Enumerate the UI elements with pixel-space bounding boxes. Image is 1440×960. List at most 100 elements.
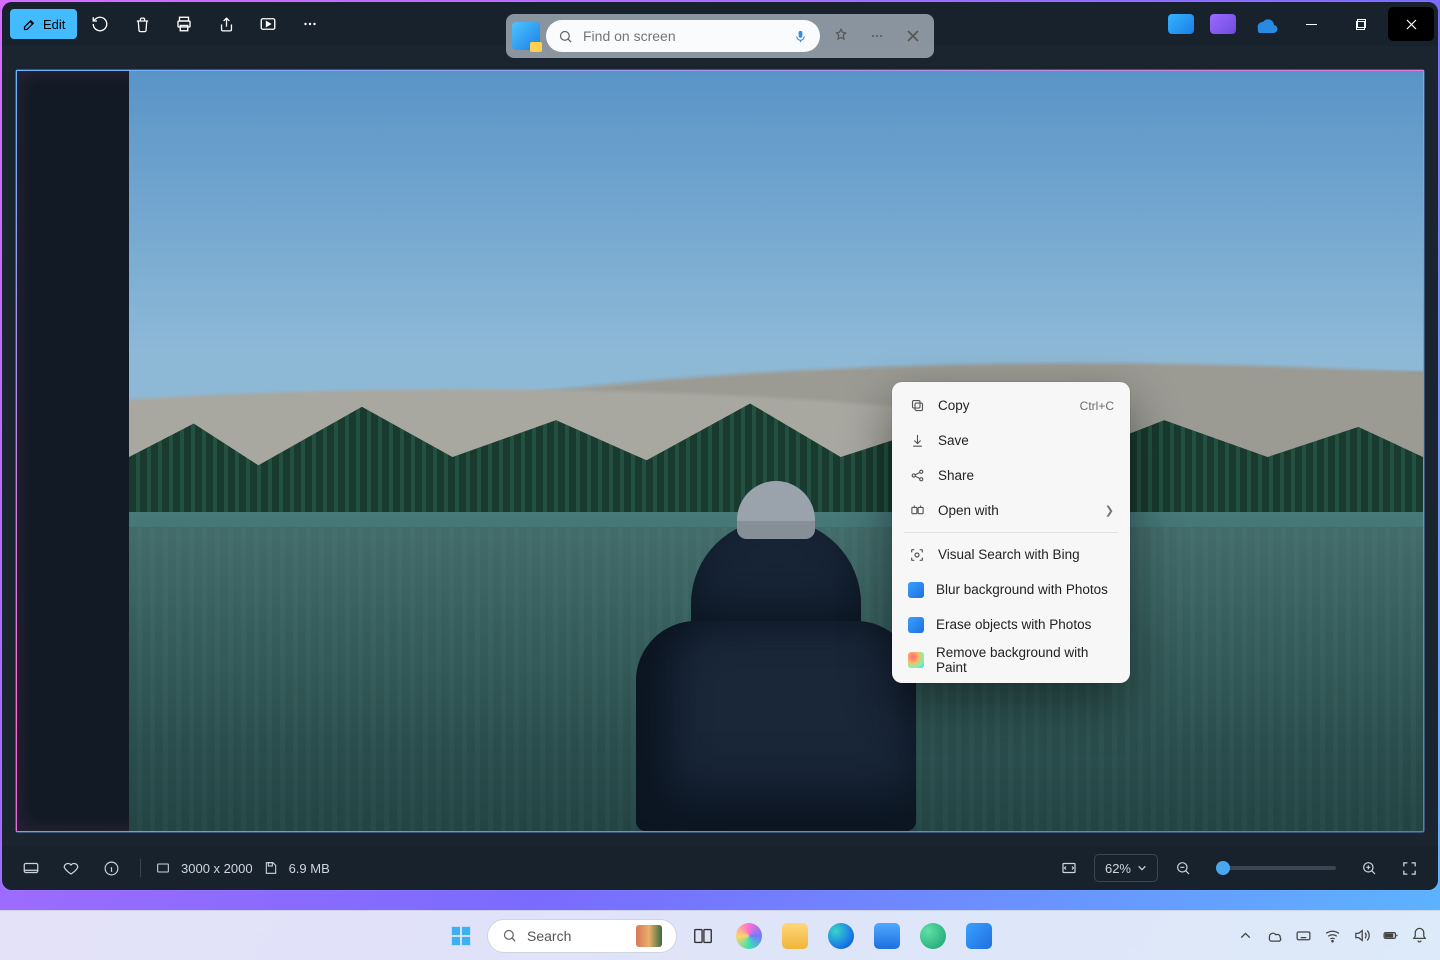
share-arrow-icon — [218, 16, 235, 33]
screen-search-field-wrap — [546, 20, 820, 52]
open-with-icon — [908, 502, 926, 520]
zoom-dropdown[interactable]: 62% — [1094, 854, 1158, 882]
displayed-photo — [129, 71, 1423, 831]
delete-button[interactable] — [123, 7, 161, 41]
filmstrip-icon — [22, 859, 40, 877]
more-button[interactable] — [291, 7, 329, 41]
tray-onedrive-icon[interactable] — [1266, 927, 1283, 944]
fit-screen-icon — [1060, 859, 1078, 877]
info-button[interactable] — [96, 853, 126, 883]
context-menu-visual-search[interactable]: Visual Search with Bing — [898, 537, 1124, 572]
window-close-button[interactable] — [1388, 7, 1434, 41]
taskbar-store[interactable] — [867, 916, 907, 956]
filmstrip-toggle-button[interactable] — [16, 853, 46, 883]
tray-volume-icon[interactable] — [1353, 927, 1370, 944]
close-icon — [906, 29, 920, 43]
edit-button[interactable]: Edit — [10, 9, 77, 39]
share-icon — [908, 467, 926, 485]
search-highlight-icon — [636, 925, 662, 947]
photos-app-icon — [908, 617, 924, 633]
taskbar-photos[interactable] — [959, 916, 999, 956]
status-bar: 3000 x 2000 6.9 MB 62% — [2, 846, 1438, 890]
taskbar-copilot[interactable] — [729, 916, 769, 956]
slideshow-icon — [259, 15, 277, 33]
tray-chevron-up-icon[interactable] — [1237, 927, 1254, 944]
download-icon — [908, 432, 926, 450]
task-view-icon — [692, 925, 714, 947]
visual-search-icon — [908, 546, 926, 564]
window-maximize-button[interactable] — [1338, 7, 1384, 41]
tray-battery-icon[interactable] — [1382, 927, 1399, 944]
context-menu-erase-objects[interactable]: Erase objects with Photos — [898, 607, 1124, 642]
chevron-right-icon: ❯ — [1105, 504, 1114, 517]
paint-app-icon — [908, 652, 924, 668]
image-context-menu: Copy Ctrl+C Save Share Open with ❯ — [892, 382, 1130, 683]
context-menu-blur-bg[interactable]: Blur background with Photos — [898, 572, 1124, 607]
fullscreen-icon — [1401, 860, 1418, 877]
taskbar-task-view[interactable] — [683, 916, 723, 956]
disk-icon — [263, 860, 279, 876]
window-minimize-button[interactable] — [1288, 7, 1334, 41]
context-menu-separator — [904, 532, 1118, 533]
trash-icon — [134, 16, 151, 33]
edit-button-label: Edit — [43, 17, 65, 32]
fit-screen-button[interactable] — [1054, 853, 1084, 883]
zoom-slider-thumb[interactable] — [1216, 861, 1230, 875]
image-canvas[interactable] — [16, 70, 1424, 832]
context-menu-shortcut: Ctrl+C — [1080, 399, 1114, 413]
copilot-button[interactable] — [826, 21, 856, 51]
zoom-in-button[interactable] — [1354, 853, 1384, 883]
slideshow-button[interactable] — [249, 7, 287, 41]
search-more-button[interactable] — [862, 21, 892, 51]
rotate-button[interactable] — [81, 7, 119, 41]
dimensions-icon — [155, 860, 171, 876]
windows-taskbar: Search — [0, 910, 1440, 960]
zoom-out-icon — [1175, 860, 1191, 876]
search-close-button[interactable] — [898, 21, 928, 51]
start-button[interactable] — [441, 916, 481, 956]
context-menu-open-with[interactable]: Open with ❯ — [898, 493, 1124, 528]
photos-app-window: Edit — [2, 2, 1438, 890]
zoom-out-button[interactable] — [1168, 853, 1198, 883]
taskbar-search-placeholder: Search — [527, 928, 571, 944]
copilot-icon — [832, 27, 850, 45]
zoom-in-icon — [1361, 860, 1377, 876]
copy-icon — [908, 397, 926, 415]
photos-app-icon — [908, 582, 924, 598]
print-icon — [175, 15, 193, 33]
image-filesize: 6.9 MB — [289, 861, 330, 876]
edit-icon — [22, 17, 37, 32]
chevron-down-icon — [1137, 863, 1147, 873]
app-shortcut-onedrive[interactable] — [1252, 14, 1278, 34]
tray-notifications-icon[interactable] — [1411, 927, 1428, 944]
search-icon — [558, 29, 573, 44]
windows-logo-icon — [450, 925, 472, 947]
taskbar-edge-dev[interactable] — [913, 916, 953, 956]
screen-search-input[interactable] — [581, 27, 785, 45]
taskbar-edge[interactable] — [821, 916, 861, 956]
heart-icon — [62, 859, 80, 877]
screen-search-panel — [506, 14, 934, 58]
taskbar-explorer[interactable] — [775, 916, 815, 956]
print-button[interactable] — [165, 7, 203, 41]
favorite-button[interactable] — [56, 853, 86, 883]
ellipsis-icon — [301, 15, 319, 33]
share-button[interactable] — [207, 7, 245, 41]
tray-keyboard-icon[interactable] — [1295, 927, 1312, 944]
context-menu-remove-bg-paint[interactable]: Remove background with Paint — [898, 642, 1124, 677]
microphone-icon[interactable] — [793, 29, 808, 44]
ellipsis-icon — [869, 28, 885, 44]
app-shortcut-clipchamp[interactable] — [1210, 14, 1236, 34]
zoom-level: 62% — [1105, 861, 1131, 876]
tray-wifi-icon[interactable] — [1324, 927, 1341, 944]
context-menu-copy[interactable]: Copy Ctrl+C — [898, 388, 1124, 423]
taskbar-search[interactable]: Search — [487, 919, 677, 953]
zoom-slider[interactable] — [1216, 866, 1336, 870]
fullscreen-button[interactable] — [1394, 853, 1424, 883]
search-icon — [502, 928, 517, 943]
snipping-tool-icon — [512, 22, 540, 50]
context-menu-save[interactable]: Save — [898, 423, 1124, 458]
system-tray — [1237, 927, 1428, 944]
app-shortcut-photos[interactable] — [1168, 14, 1194, 34]
context-menu-share[interactable]: Share — [898, 458, 1124, 493]
